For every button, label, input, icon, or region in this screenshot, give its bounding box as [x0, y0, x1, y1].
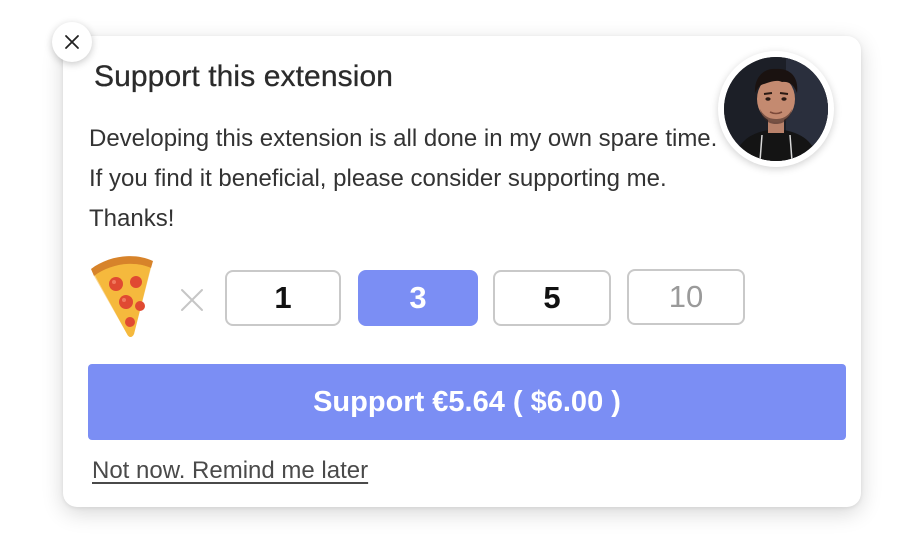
support-button[interactable]: Support €5.64 ( $6.00 ) [88, 364, 846, 440]
close-button[interactable] [52, 22, 92, 62]
quantity-option-3[interactable]: 3 [358, 270, 478, 326]
close-icon [65, 35, 79, 49]
quantity-option-1[interactable]: 1 [225, 270, 341, 326]
dialog-description: Developing this extension is all done in… [89, 125, 718, 232]
dialog-title: Support this extension [94, 60, 394, 93]
quantity-option-5[interactable]: 5 [493, 270, 611, 326]
pizza-slice-emoji [91, 256, 153, 337]
multiply-icon [181, 289, 203, 311]
quantity-option-10[interactable]: 10 [627, 269, 745, 325]
remind-later-link[interactable]: Not now. Remind me later [92, 457, 368, 485]
avatar-photo [724, 57, 828, 161]
author-avatar [718, 51, 834, 167]
